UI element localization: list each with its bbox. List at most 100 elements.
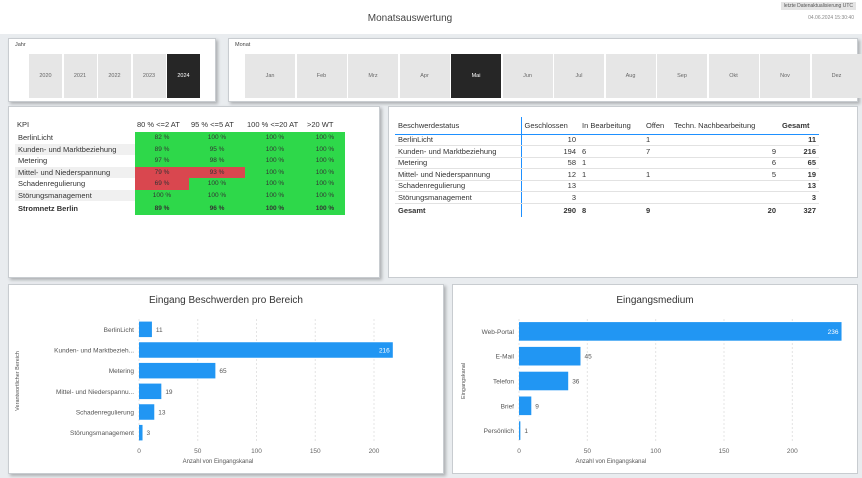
category-label: Metering [109, 368, 135, 375]
complaint-row: Kunden- und Marktbeziehung 194 6 7 9 216 [395, 145, 819, 158]
x-tick-label: 100 [650, 448, 661, 455]
kpi-header-1[interactable]: 80 % <=2 AT [135, 117, 189, 132]
year-option-2022[interactable]: 2022 [98, 54, 131, 98]
kpi-value-cell: 82 % [135, 132, 189, 144]
kpi-value-cell: 97 % [135, 155, 189, 167]
category-label: Mittel- und Niederspannu... [56, 389, 134, 396]
month-option-apr[interactable]: Apr [399, 54, 450, 98]
month-option-dez[interactable]: Dez [811, 54, 862, 98]
data-label: 45 [585, 354, 593, 361]
bar[interactable] [139, 362, 216, 379]
kpi-header-2[interactable]: 95 % <=5 AT [189, 117, 245, 132]
kpi-value-cell: 100 % [305, 143, 345, 155]
complaint-status-panel: Beschwerdestatus Geschlossen In Bearbeitun… [388, 106, 858, 278]
complaint-row-label: Kunden- und Marktbeziehung [395, 145, 522, 158]
kpi-value-cell: 100 % [189, 132, 245, 144]
bar[interactable] [139, 342, 393, 358]
category-label: BerlinLicht [104, 327, 135, 334]
complaint-value-cell: 5 [671, 168, 779, 181]
complaint-total-row: Gesamt 290 8 9 20 327 [395, 203, 819, 217]
kpi-value-cell: 100 % [245, 166, 305, 178]
month-option-okt[interactable]: Okt [708, 54, 759, 98]
complaint-value-cell: 8 [582, 205, 587, 215]
complaint-header-5[interactable]: Gesamt [779, 117, 819, 135]
data-label: 36 [572, 379, 580, 386]
complaint-value-cell: 194 [521, 145, 579, 158]
year-option-2024[interactable]: 2024 [167, 54, 200, 98]
complaint-value-cell: 1 [643, 168, 671, 181]
kpi-value-cell: 96 % [189, 201, 245, 215]
complaint-header-1[interactable]: Geschlossen [521, 117, 579, 135]
category-label: Brief [501, 403, 515, 410]
category-label: Persönlich [484, 428, 515, 435]
kpi-row-label: Kunden- und Marktbeziehung [15, 143, 135, 155]
month-option-jan[interactable]: Jan [245, 54, 295, 98]
complaint-row: BerlinLicht 10 1 11 [395, 134, 819, 146]
bar[interactable] [139, 424, 143, 441]
kpi-value-cell: 100 % [305, 155, 345, 167]
data-label: 236 [828, 329, 839, 336]
kpi-value-cell: 89 % [135, 201, 189, 215]
month-option-jul[interactable]: Jul [554, 54, 604, 98]
refresh-date: 04.06.2024 15:30:40 [808, 15, 854, 21]
year-slicer: Jahr 2020 2021 2022 2023 2024 [8, 38, 216, 102]
month-option-jun[interactable]: Jun [502, 54, 553, 98]
category-label: E-Mail [496, 354, 515, 361]
bar[interactable] [519, 322, 842, 341]
x-tick-label: 200 [369, 448, 380, 455]
month-option-mrz[interactable]: Mrz [348, 54, 398, 98]
complaint-header-3[interactable]: Offen [643, 117, 671, 135]
category-label: Telefon [493, 379, 514, 386]
kpi-row-label: Störungsmanagement [15, 189, 135, 201]
complaint-value-cell: 58 [521, 157, 579, 169]
bar[interactable] [519, 421, 521, 440]
category-label: Web-Portal [482, 329, 515, 336]
x-tick-label: 50 [584, 448, 592, 455]
category-label: Störungsmanagement [70, 430, 134, 437]
complaint-value-cell [579, 191, 643, 204]
data-label: 11 [156, 327, 163, 334]
complaint-header-4[interactable]: Techn. Nachbearbeitung [671, 117, 779, 135]
month-option-nov[interactable]: Nov [760, 54, 810, 98]
kpi-value-cell: 100 % [245, 201, 305, 215]
x-axis-title: Anzahl von Eingangskanal [183, 459, 254, 465]
complaint-value-cell: 1 [643, 134, 671, 146]
chart-panel-medium: Eingangsmedium 0 50 100 150 200 Web-Portal 236… [452, 284, 858, 474]
year-option-2023[interactable]: 2023 [132, 54, 166, 98]
kpi-value-cell: 100 % [245, 132, 305, 144]
bar[interactable] [139, 383, 162, 400]
complaint-header-0[interactable]: Beschwerdestatus [395, 117, 522, 135]
complaint-value-cell [579, 180, 643, 192]
bar[interactable] [139, 321, 152, 338]
kpi-table: KPI 80 % <=2 AT 95 % <=5 AT 100 % <=20 AT >2… [15, 117, 345, 215]
kpi-header-4[interactable]: >20 WT [305, 117, 345, 132]
month-option-feb[interactable]: Feb [296, 54, 347, 98]
complaint-row: Mittel- und Niederspannung 12 1 1 5 19 [395, 168, 819, 181]
kpi-value-cell: 89 % [135, 143, 189, 155]
year-option-2020[interactable]: 2020 [29, 54, 62, 98]
kpi-value-cell: 95 % [189, 143, 245, 155]
bar[interactable] [519, 371, 569, 391]
complaint-value-cell [643, 191, 671, 204]
complaint-header-2[interactable]: In Bearbeitung [579, 117, 643, 135]
kpi-value-cell: 98 % [189, 155, 245, 167]
chart-bereich: 0 50 100 150 200 BerlinLicht 11 Kunden- und Mar… [15, 319, 393, 465]
kpi-header-3[interactable]: 100 % <=20 AT [245, 117, 305, 132]
x-tick-label: 150 [719, 448, 730, 455]
header-bar: Monatsauswertung letzte Datenaktualisier… [0, 0, 862, 34]
bar[interactable] [519, 396, 532, 416]
bar[interactable] [139, 404, 155, 420]
refresh-label: letzte Datenaktualisierung UTC [780, 2, 856, 10]
data-label: 9 [535, 403, 539, 410]
kpi-header-0[interactable]: KPI [15, 117, 135, 132]
data-label: 19 [165, 389, 173, 396]
bar[interactable] [519, 346, 581, 366]
complaint-status-table: Beschwerdestatus Geschlossen In Bearbeitun… [395, 117, 819, 217]
kpi-value-cell: 100 % [245, 155, 305, 167]
month-option-mai[interactable]: Mai [451, 54, 501, 98]
complaint-value-cell [671, 134, 779, 146]
month-option-sep[interactable]: Sep [657, 54, 707, 98]
kpi-row-label: Metering [18, 156, 48, 166]
year-option-2021[interactable]: 2021 [63, 54, 97, 98]
month-option-aug[interactable]: Aug [605, 54, 656, 98]
